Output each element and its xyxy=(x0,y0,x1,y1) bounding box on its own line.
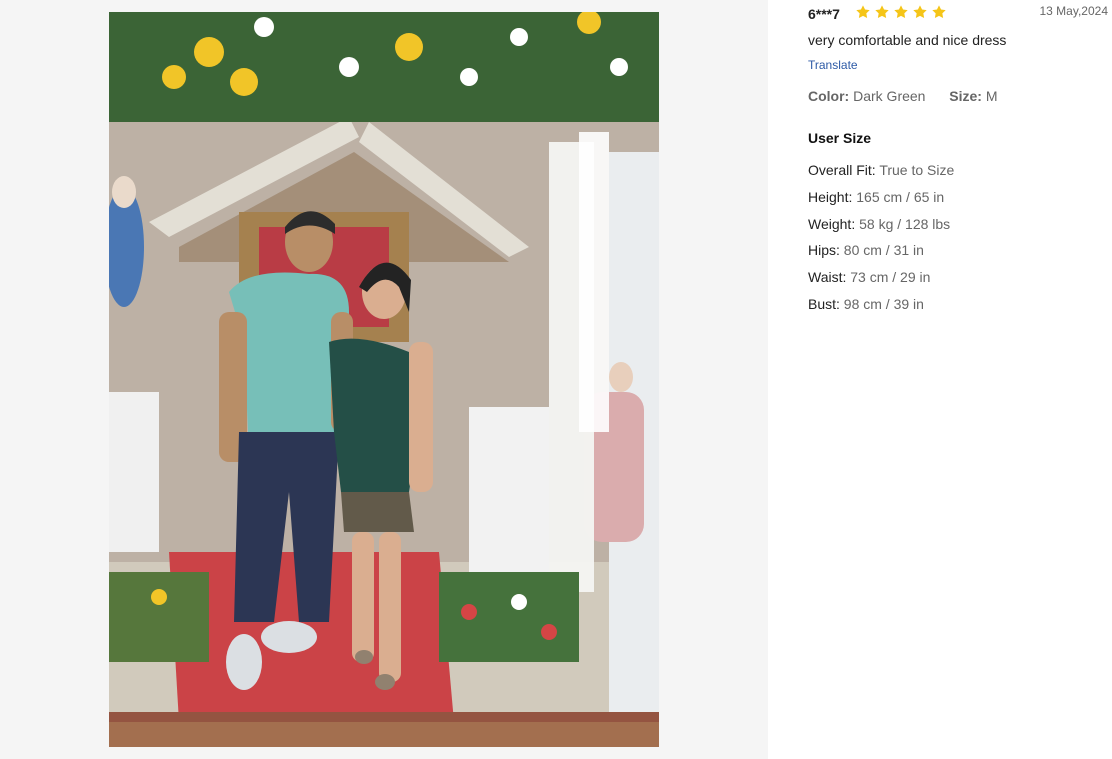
user-size-label: Overall Fit: xyxy=(808,162,876,178)
review-date: 13 May,2024 xyxy=(1039,4,1109,18)
user-size-list: Overall Fit: True to Size Height: 165 cm… xyxy=(808,157,954,318)
user-size-label: Bust: xyxy=(808,295,840,312)
size-label: Size: xyxy=(949,88,982,104)
purchase-attributes: Color: Dark Green Size: M xyxy=(808,88,998,104)
review-comment: very comfortable and nice dress xyxy=(808,32,1007,48)
star-rating xyxy=(855,4,947,20)
color-value: Dark Green xyxy=(853,88,926,104)
color-label: Color: xyxy=(808,88,850,104)
user-size-row: Hips: 80 cm / 31 in xyxy=(808,237,954,264)
star-icon xyxy=(856,5,870,19)
star-icon xyxy=(875,5,889,19)
user-size-label: Height: xyxy=(808,188,853,205)
review-page: 6***7 13 May,2024 very comfortable and n… xyxy=(0,0,1112,759)
user-size-title: User Size xyxy=(808,130,872,146)
size-value: M xyxy=(985,88,998,104)
user-size-value: 58 kg / 128 lbs xyxy=(859,215,951,232)
user-size-row: Bust: 98 cm / 39 in xyxy=(808,291,954,318)
photo-panel xyxy=(0,0,768,759)
user-size-label: Weight: xyxy=(808,215,856,232)
user-size-value: 165 cm / 65 in xyxy=(856,188,945,205)
review-header: 6***7 13 May,2024 xyxy=(808,4,1108,24)
star-icon xyxy=(913,5,927,19)
user-size-row: Height: 165 cm / 65 in xyxy=(808,184,954,211)
translate-link[interactable]: Translate xyxy=(808,58,858,72)
user-size-row: Waist: 73 cm / 29 in xyxy=(808,264,954,291)
review-photo[interactable] xyxy=(109,12,659,747)
user-size-label: Waist: xyxy=(808,269,847,286)
user-size-value: 73 cm / 29 in xyxy=(850,269,931,286)
user-size-row: Overall Fit: True to Size xyxy=(808,157,954,184)
user-size-value: 98 cm / 39 in xyxy=(843,295,924,312)
reviewer-name: 6***7 xyxy=(808,6,840,22)
user-size-row: Weight: 58 kg / 128 lbs xyxy=(808,211,954,238)
star-icon xyxy=(894,5,908,19)
user-size-value: 80 cm / 31 in xyxy=(843,242,924,259)
user-size-label: Hips: xyxy=(808,242,840,259)
user-size-value: True to Size xyxy=(879,162,955,178)
star-icon xyxy=(932,5,946,19)
